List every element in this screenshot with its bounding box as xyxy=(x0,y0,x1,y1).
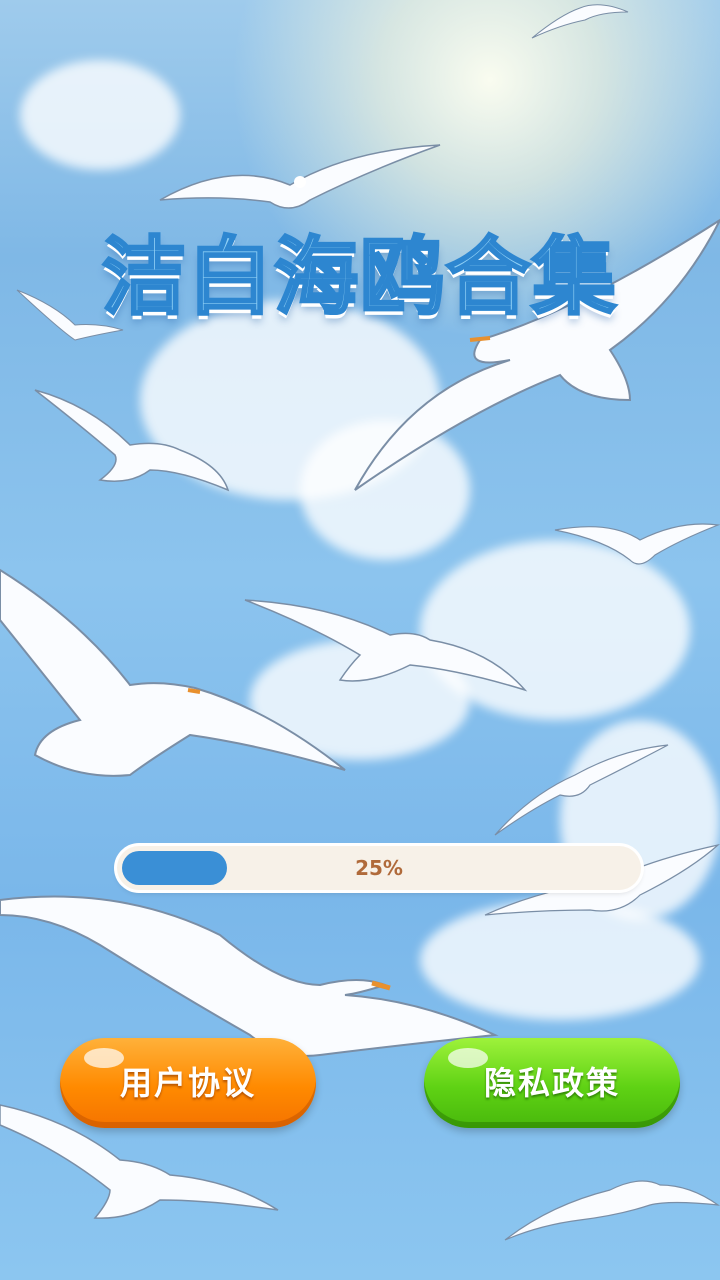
seagull-icon xyxy=(554,523,720,565)
seagull-icon xyxy=(244,599,528,692)
button-gloss xyxy=(448,1048,488,1068)
page-title: 洁白海鸥合集 xyxy=(100,227,618,328)
progress-label: 25% xyxy=(355,856,403,880)
privacy-policy-label: 隐私政策 xyxy=(483,1064,620,1102)
privacy-policy-button[interactable]: 隐私政策 xyxy=(424,1038,680,1128)
seagull-icon xyxy=(531,4,629,39)
user-agreement-label: 用户协议 xyxy=(119,1064,256,1102)
seagull-icon xyxy=(34,389,230,492)
loading-progress-bar: 25% xyxy=(117,846,641,890)
button-gloss xyxy=(84,1048,124,1068)
seagull-icon xyxy=(504,1180,720,1241)
seagull-icon xyxy=(494,744,669,836)
user-agreement-button[interactable]: 用户协议 xyxy=(60,1038,316,1128)
